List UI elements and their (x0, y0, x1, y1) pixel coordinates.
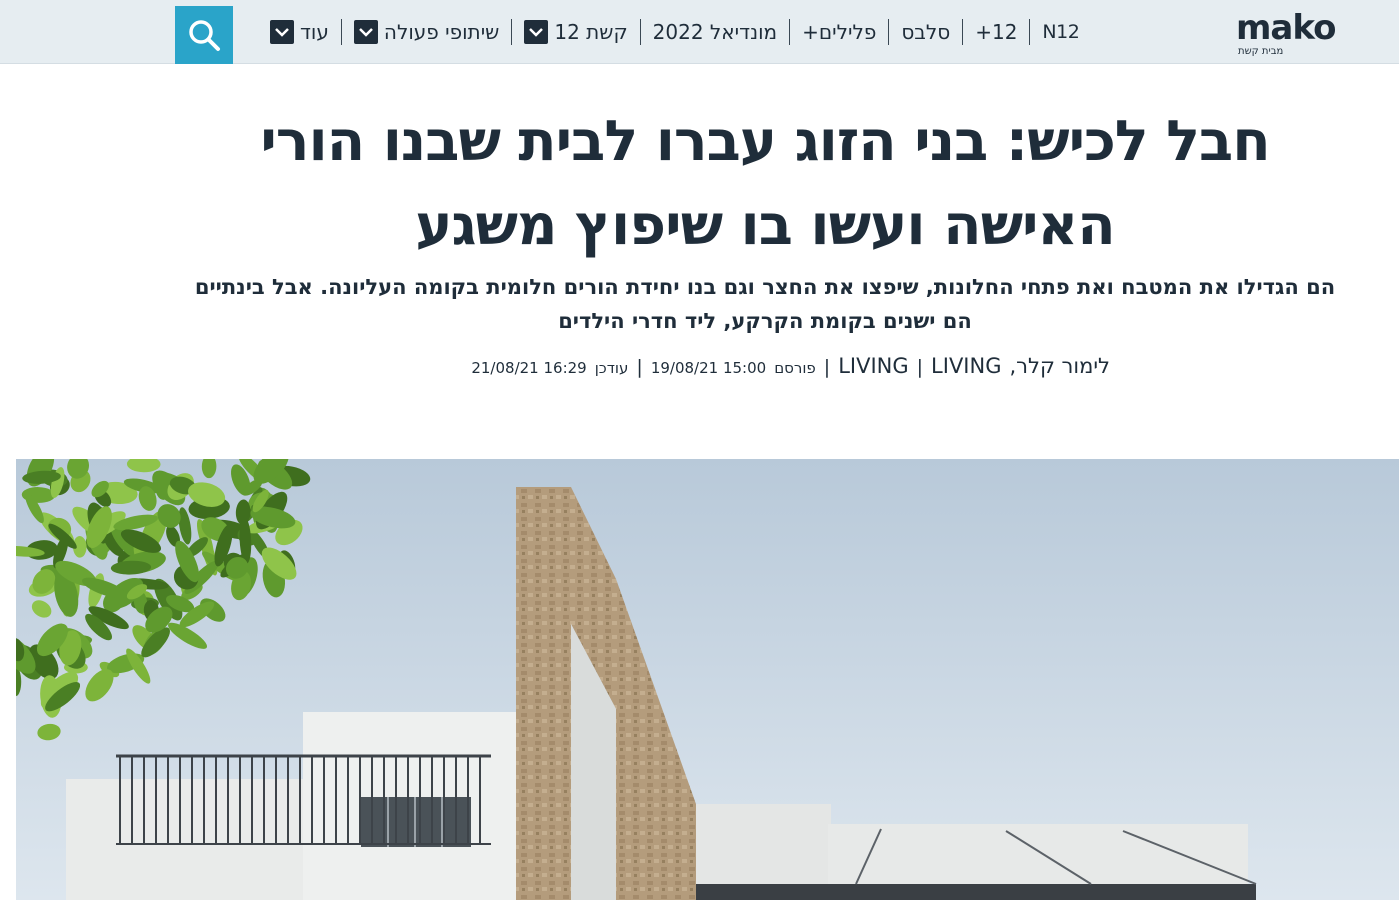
author-name[interactable]: לימור קלר, (1009, 354, 1110, 378)
nav-item-crime-plus[interactable]: פלילים+ (790, 20, 888, 44)
logo-subtitle: מבית קשת (1238, 46, 1284, 57)
mako-logo[interactable]: mako מבית קשת (1236, 6, 1372, 58)
nav-divider (962, 19, 964, 45)
nav-item-mundial[interactable]: מונדיאל 2022 (641, 20, 789, 44)
published-date: 19/08/21 15:00 (650, 359, 767, 377)
search-button[interactable] (175, 6, 233, 64)
section-link[interactable]: LIVING (838, 354, 908, 378)
main-nav: N12 12+ סלבס פלילים+ מונדיאל 2022 קשת 12… (258, 0, 1218, 64)
nav-item-n12[interactable]: N12 (1030, 21, 1091, 43)
hero-image (16, 459, 1399, 900)
logo-text: mako (1236, 8, 1336, 48)
nav-item-label: 12+ (975, 20, 1018, 44)
nav-item-celebs[interactable]: סלבס (889, 20, 962, 44)
article-byline: לימור קלר, LIVING | LIVING | פורסם 19/08… (300, 354, 1110, 378)
chevron-down-icon (270, 20, 294, 44)
nav-item-label: פלילים+ (802, 20, 877, 44)
nav-divider (639, 19, 641, 45)
nav-item-label: קשת 12 (554, 20, 628, 44)
nav-item-collaborations[interactable]: שיתופי פעולה (342, 20, 511, 44)
byline-divider: | (636, 356, 643, 378)
nav-divider (888, 19, 890, 45)
byline-divider: | (916, 356, 924, 378)
nav-divider (340, 19, 342, 45)
nav-item-label: מונדיאל 2022 (652, 20, 778, 44)
nav-item-more[interactable]: עוד (258, 20, 341, 44)
chevron-down-icon (353, 20, 378, 44)
updated-date: 21/08/21 16:29 (471, 359, 587, 377)
nav-item-label: שיתופי פעולה (383, 20, 500, 44)
nav-item-label: סלבס (901, 20, 951, 44)
nav-item-label: N12 (1042, 21, 1080, 43)
article-headline: חבל לכיש: בני הזוג עברו לבית שבנו הורי ה… (260, 109, 1270, 258)
nav-item-label: עוד (300, 20, 329, 44)
published-label: פורסם (774, 359, 816, 377)
chevron-down-icon (524, 20, 549, 44)
section-link[interactable]: LIVING (931, 354, 1001, 378)
nav-divider (789, 19, 791, 45)
nav-divider (1029, 19, 1031, 45)
search-icon (189, 20, 220, 51)
top-nav-bar: N12 12+ סלבס פלילים+ מונדיאל 2022 קשת 12… (0, 0, 1399, 64)
article-subtitle: הם הגדילו את המטבח ואת פתחי החלונות, שיפ… (194, 275, 1336, 333)
updated-label: עודכן (594, 359, 629, 377)
nav-divider (511, 19, 513, 45)
nav-item-keshet12[interactable]: קשת 12 (512, 20, 639, 44)
nav-item-12plus[interactable]: 12+ (963, 20, 1029, 44)
byline-divider: | (823, 356, 831, 378)
